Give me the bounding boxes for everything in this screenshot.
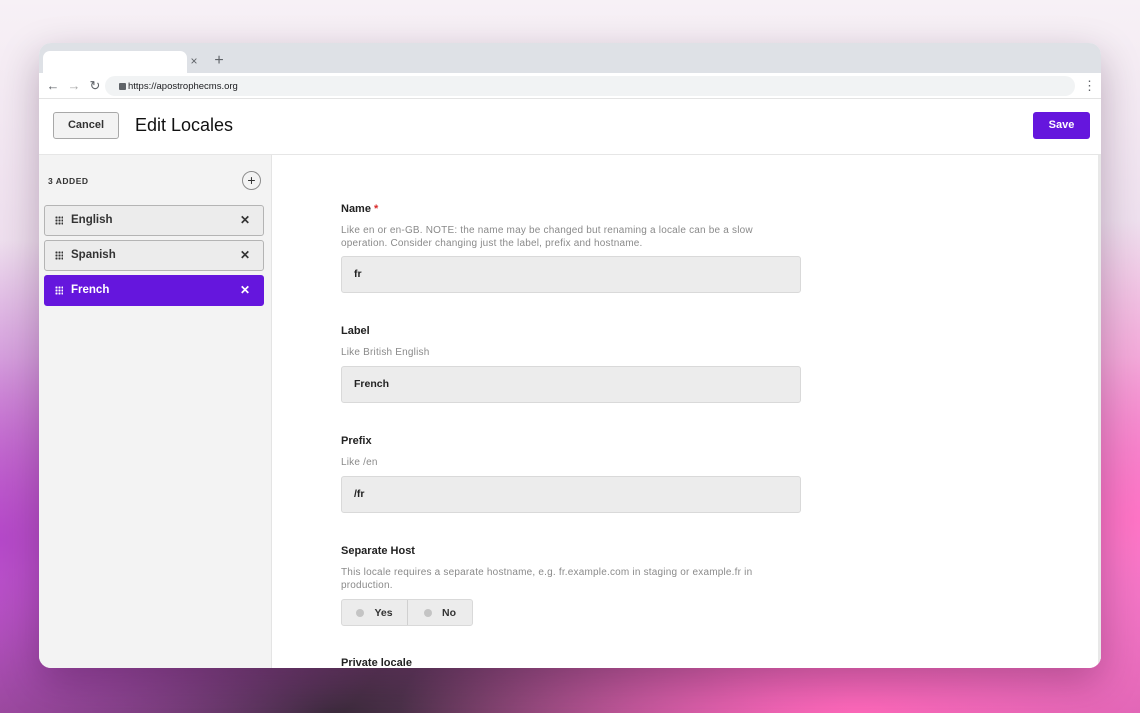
new-tab-icon[interactable]: + <box>211 52 227 70</box>
browser-window: × + ← → ↻ https://apostrophecms.org ⋮ Ca… <box>39 43 1101 668</box>
page-title: Edit Locales <box>135 115 234 135</box>
locale-item-french[interactable]: French ✕ <box>44 275 264 306</box>
remove-locale-icon[interactable]: ✕ <box>240 213 250 227</box>
separate-host-help: This locale requires a separate hostname… <box>341 567 753 591</box>
prefix-help: Like /en <box>341 457 378 468</box>
locale-label: French <box>71 284 110 296</box>
separate-host-no[interactable]: No <box>407 600 472 625</box>
locale-sidebar: 3 ADDED + English ✕ Spanish ✕ French ✕ <box>39 155 272 668</box>
added-count: 3 ADDED <box>48 176 89 186</box>
cancel-button[interactable]: Cancel <box>53 112 119 139</box>
separate-host-radio-group: Yes No <box>341 599 473 626</box>
radio-icon <box>356 608 365 617</box>
reload-icon[interactable]: ↻ <box>87 77 103 95</box>
tab-bar: × + <box>39 43 1101 73</box>
modal-header: Cancel Edit Locales Save <box>39 99 1101 155</box>
address-bar: ← → ↻ https://apostrophecms.org ⋮ <box>39 73 1101 99</box>
lock-icon <box>119 82 126 90</box>
prefix-input[interactable]: /fr <box>341 476 801 513</box>
remove-locale-icon[interactable]: ✕ <box>240 248 250 262</box>
scrollbar[interactable] <box>1098 155 1101 668</box>
browser-menu-icon[interactable]: ⋮ <box>1083 77 1096 95</box>
tab-close-icon[interactable]: × <box>187 53 201 69</box>
locale-label: Spanish <box>71 249 116 261</box>
name-input[interactable]: fr <box>341 256 801 293</box>
prefix-label: Prefix <box>341 435 372 447</box>
label-input[interactable]: French <box>341 366 801 403</box>
url-field[interactable]: https://apostrophecms.org <box>105 76 1075 96</box>
drag-handle-icon[interactable] <box>55 216 63 225</box>
locale-item-spanish[interactable]: Spanish ✕ <box>44 240 264 271</box>
locale-form: Name * Like en or en-GB. NOTE: the name … <box>272 155 1101 668</box>
drag-handle-icon[interactable] <box>55 286 63 295</box>
url-text: https://apostrophecms.org <box>128 80 238 92</box>
name-help: Like en or en-GB. NOTE: the name may be … <box>341 225 753 249</box>
back-icon[interactable]: ← <box>45 77 61 95</box>
add-locale-button[interactable]: + <box>242 171 261 190</box>
radio-icon <box>424 608 432 617</box>
browser-tab[interactable] <box>43 51 187 73</box>
forward-icon[interactable]: → <box>66 77 82 95</box>
required-marker: * <box>374 203 379 215</box>
label-help: Like British English <box>341 347 430 358</box>
name-label: Name * <box>341 203 379 215</box>
label-label: Label <box>341 325 370 337</box>
separate-host-label: Separate Host <box>341 545 415 557</box>
remove-locale-icon[interactable]: ✕ <box>240 283 250 297</box>
private-locale-label: Private locale <box>341 657 412 668</box>
separate-host-yes[interactable]: Yes <box>342 600 407 625</box>
locale-label: English <box>71 214 113 226</box>
drag-handle-icon[interactable] <box>55 251 63 260</box>
locale-item-english[interactable]: English ✕ <box>44 205 264 236</box>
save-button[interactable]: Save <box>1033 112 1090 139</box>
